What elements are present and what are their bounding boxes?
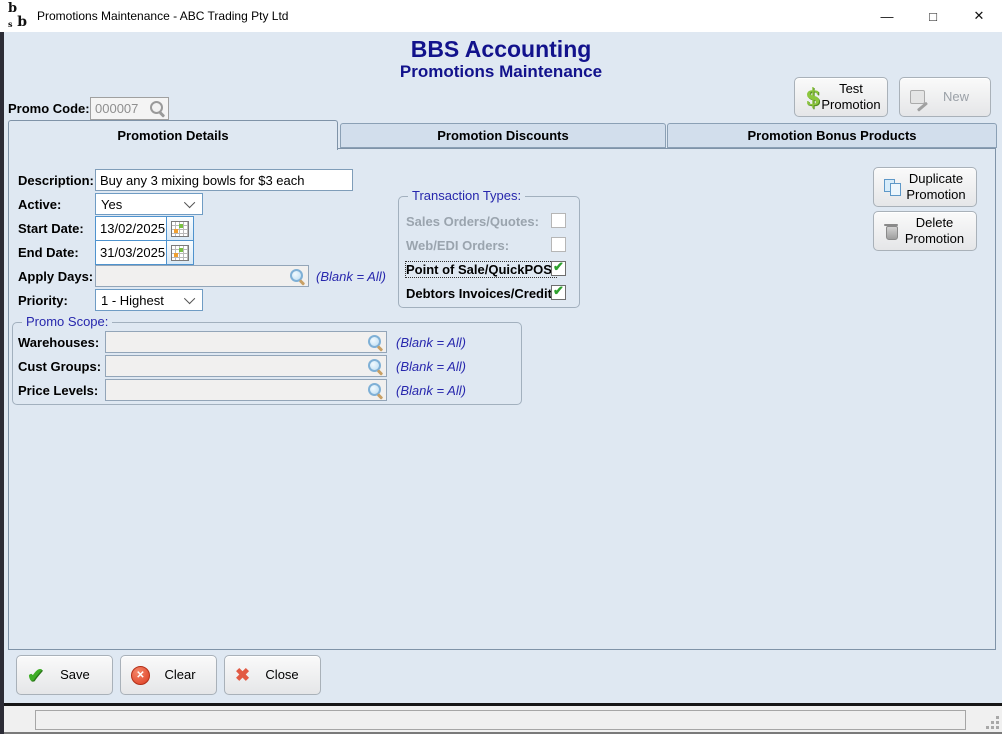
web-edi-orders-label: Web/EDI Orders: [406, 238, 510, 253]
app-logo-icon: bsb [8, 1, 27, 30]
description-label: Description: [18, 173, 94, 188]
active-label: Active: [18, 197, 62, 212]
priority-label: Priority: [18, 293, 68, 308]
delete-promotion-button[interactable]: Delete Promotion [873, 211, 977, 251]
status-message [35, 710, 966, 730]
test-promotion-button[interactable]: $ Test Promotion [794, 77, 888, 117]
apply-days-search-icon[interactable] [289, 268, 306, 285]
duplicate-promotion-button[interactable]: Duplicate Promotion [873, 167, 977, 207]
clear-button[interactable]: Clear [120, 655, 217, 695]
check-icon [27, 663, 44, 688]
apply-days-field[interactable] [95, 265, 309, 287]
app-title: BBS Accounting [410, 36, 592, 62]
promo-code-label: Promo Code: [8, 101, 90, 116]
tab-promotion-bonus-products[interactable]: Promotion Bonus Products [667, 123, 997, 148]
app-window: bsb Promotions Maintenance - ABC Trading… [0, 0, 1002, 734]
priority-select[interactable]: 1 - Highest [95, 289, 203, 311]
end-date-field[interactable]: 31/03/2025 [95, 240, 194, 265]
sales-orders-checkbox[interactable] [551, 213, 566, 228]
close-button[interactable]: Close [224, 655, 321, 695]
sales-orders-label: Sales Orders/Quotes: [406, 214, 539, 229]
price-levels-label: Price Levels: [18, 383, 99, 398]
warehouses-label: Warehouses: [18, 335, 100, 350]
calendar-icon [171, 220, 189, 237]
cust-groups-field[interactable] [105, 355, 387, 377]
price-levels-field[interactable] [105, 379, 387, 401]
warehouses-field[interactable] [105, 331, 387, 353]
save-button[interactable]: Save [16, 655, 113, 695]
warehouses-search-icon[interactable] [367, 334, 384, 351]
promo-scope-title: Promo Scope: [22, 314, 113, 329]
active-select[interactable]: Yes [95, 193, 203, 215]
apply-days-label: Apply Days: [18, 269, 94, 284]
trash-icon [884, 223, 899, 240]
tab-promotion-discounts[interactable]: Promotion Discounts [340, 123, 666, 148]
debtors-invoices-checkbox[interactable] [551, 283, 566, 300]
chevron-down-icon [183, 196, 196, 209]
status-bar [0, 706, 1002, 734]
apply-days-hint: (Blank = All) [316, 269, 386, 284]
calendar-icon [171, 244, 189, 261]
window-title: Promotions Maintenance - ABC Trading Pty… [37, 9, 289, 23]
title-bar: bsb Promotions Maintenance - ABC Trading… [0, 0, 1002, 32]
new-record-icon [910, 89, 928, 105]
debtors-invoices-label: Debtors Invoices/Credits: [406, 286, 564, 301]
point-of-sale-label: Point of Sale/QuickPOS: [404, 261, 558, 278]
transaction-types-title: Transaction Types: [408, 188, 526, 203]
new-button[interactable]: New [899, 77, 991, 117]
minimize-icon[interactable]: — [864, 0, 910, 32]
start-date-label: Start Date: [18, 221, 84, 236]
resize-grip[interactable] [985, 715, 999, 729]
tab-promotion-details[interactable]: Promotion Details [8, 120, 338, 150]
clear-icon [131, 665, 150, 685]
window-left-edge [0, 32, 4, 734]
dollar-icon: $ [805, 83, 822, 111]
end-date-calendar-button[interactable] [166, 241, 193, 264]
start-date-calendar-button[interactable] [166, 217, 193, 240]
close-icon[interactable]: ✕ [956, 0, 1002, 32]
web-edi-orders-checkbox[interactable] [551, 237, 566, 252]
price-levels-hint: (Blank = All) [396, 383, 466, 398]
price-levels-search-icon[interactable] [367, 382, 384, 399]
cust-groups-label: Cust Groups: [18, 359, 102, 374]
duplicate-icon [884, 179, 902, 196]
promo-code-field[interactable]: 000007 [90, 97, 169, 120]
description-input[interactable]: Buy any 3 mixing bowls for $3 each [95, 169, 353, 191]
warehouses-hint: (Blank = All) [396, 335, 466, 350]
point-of-sale-checkbox[interactable] [551, 259, 566, 276]
maximize-icon[interactable]: □ [910, 0, 956, 32]
close-x-icon [235, 665, 250, 686]
end-date-label: End Date: [18, 245, 79, 260]
chevron-down-icon [183, 292, 196, 305]
promo-code-value: 000007 [95, 101, 139, 116]
cust-groups-search-icon[interactable] [367, 358, 384, 375]
promo-code-search-icon[interactable] [149, 100, 166, 117]
cust-groups-hint: (Blank = All) [396, 359, 466, 374]
start-date-field[interactable]: 13/02/2025 [95, 216, 194, 241]
